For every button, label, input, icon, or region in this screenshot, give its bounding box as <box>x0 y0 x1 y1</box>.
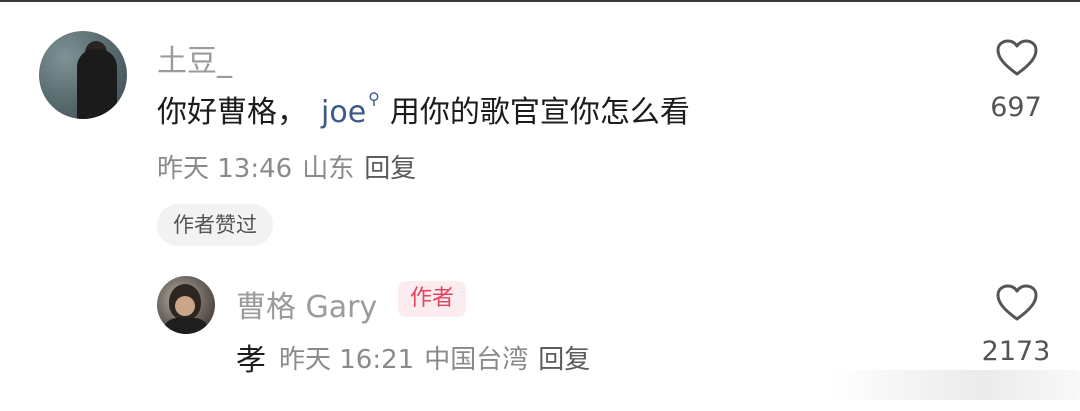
like-count: 697 <box>990 92 1042 123</box>
avatar[interactable] <box>39 31 127 119</box>
comment-username[interactable]: 土豆_ <box>157 36 232 80</box>
reply-username[interactable]: 曹格 Gary <box>236 282 377 326</box>
comment-location: 山东 <box>302 154 355 184</box>
reply-button[interactable]: 回复 <box>364 154 416 184</box>
heart-outline-icon[interactable] <box>995 283 1039 323</box>
reply-avatar[interactable] <box>157 276 215 334</box>
reply-text: 孝 <box>236 343 266 378</box>
search-small-icon: ⚲ <box>368 89 380 108</box>
heart-outline-icon[interactable] <box>995 38 1039 78</box>
top-divider <box>0 0 1080 2</box>
reply-avatar-face-shape <box>175 296 195 316</box>
avatar-figure-shape <box>77 49 117 119</box>
reply-meta: 昨天 16:21 中国台湾 回复 <box>279 339 590 376</box>
reply-avatar-body-shape <box>163 318 209 334</box>
author-liked-tag: 作者赞过 <box>157 204 273 246</box>
watermark-fade <box>830 370 1080 400</box>
comment-meta: 昨天 13:46 山东 回复 <box>157 148 416 185</box>
reply-like-count: 2173 <box>981 336 1051 367</box>
comment-time: 昨天 13:46 <box>157 154 293 184</box>
author-badge: 作者 <box>398 281 467 317</box>
reply-location: 中国台湾 <box>424 345 529 375</box>
mention-link[interactable]: joe <box>321 95 366 130</box>
comment-text-after: 用你的歌官宣你怎么看 <box>389 95 690 130</box>
comment-text: 你好曹格， joe ⚲ 用你的歌官宣你怎么看 <box>157 87 690 131</box>
reply-reply-button[interactable]: 回复 <box>538 345 590 375</box>
comment-text-before: 你好曹格， <box>157 95 307 130</box>
reply-time: 昨天 16:21 <box>279 345 415 375</box>
